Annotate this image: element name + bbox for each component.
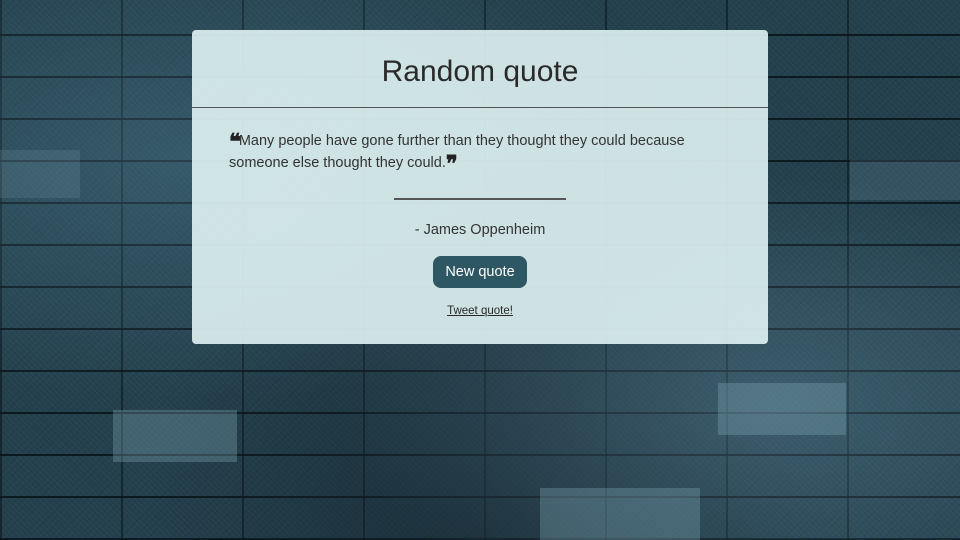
tweet-link-container: Tweet quote! xyxy=(192,305,768,317)
quote-author: - James Oppenheim xyxy=(414,222,546,238)
light-stone xyxy=(0,150,80,198)
page-title: Random quote xyxy=(381,54,579,88)
quote-right-icon: ❞ xyxy=(445,151,458,177)
card-header: Random quote xyxy=(192,30,768,108)
quote-text: Many people have gone further than they … xyxy=(229,133,685,171)
tweet-quote-link[interactable]: Tweet quote! xyxy=(447,305,513,317)
new-quote-button[interactable]: New quote xyxy=(433,256,527,288)
light-stone xyxy=(540,488,700,540)
quote-card: Random quote ❝Many people have gone furt… xyxy=(192,30,768,344)
light-stone xyxy=(113,410,237,462)
quote-left-icon: ❝ xyxy=(229,129,241,155)
light-stone xyxy=(850,160,960,200)
quote-text-block: ❝Many people have gone further than they… xyxy=(229,129,729,177)
quote-divider xyxy=(394,198,566,200)
light-stone xyxy=(718,383,846,435)
